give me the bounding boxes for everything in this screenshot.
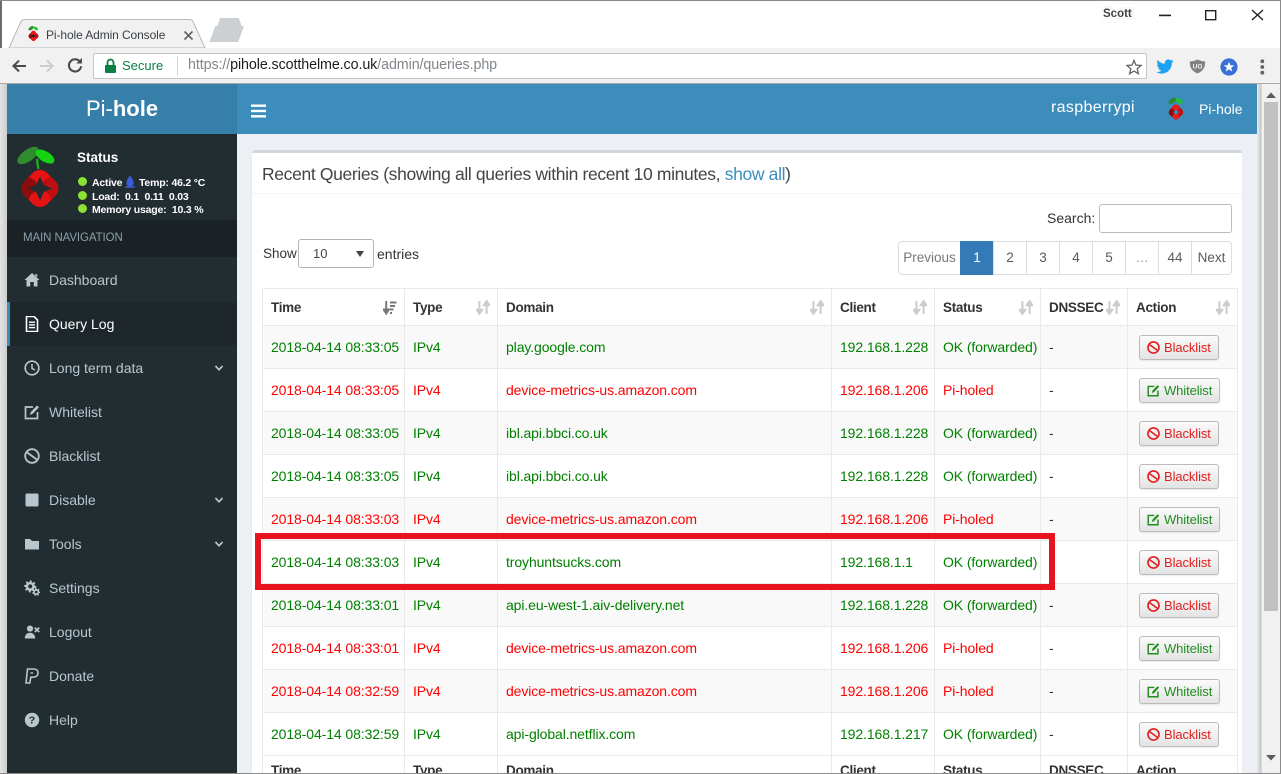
svg-text:?: ?	[29, 715, 35, 727]
svg-text:UO: UO	[1193, 64, 1203, 71]
